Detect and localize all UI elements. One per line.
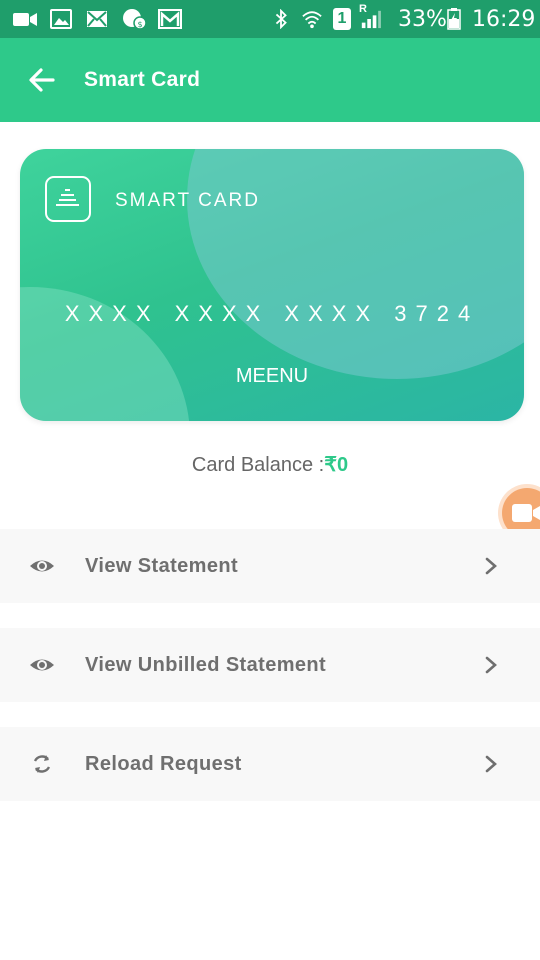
eye-icon — [30, 560, 54, 572]
chevron-right-icon — [485, 557, 497, 575]
image-icon — [50, 9, 72, 29]
card-balance: Card Balance :₹0 — [0, 452, 540, 477]
sim-icon: 1 — [333, 8, 351, 30]
card-number: XXXX XXXX XXXX 3724 — [64, 301, 480, 326]
wifi-icon — [302, 11, 322, 29]
arrow-left-icon[interactable] — [26, 64, 58, 96]
menu-item-label: Reload Request — [85, 753, 242, 775]
chevron-right-icon — [485, 755, 497, 773]
card-logo-icon — [45, 176, 91, 222]
video-camera-icon — [512, 504, 540, 522]
refresh-icon — [33, 755, 51, 773]
menu-item-view-unbilled-statement[interactable]: View Unbilled Statement — [0, 628, 540, 702]
battery-percent: 33% — [398, 7, 447, 32]
card-holder-name: MEENU — [235, 365, 309, 387]
menu-item-reload-request[interactable]: Reload Request — [0, 727, 540, 801]
eye-icon — [30, 659, 54, 671]
clock: 16:29 — [472, 7, 536, 32]
page-title: Smart Card — [84, 68, 201, 91]
bluetooth-icon — [275, 9, 287, 29]
roaming-indicator: R — [359, 3, 367, 15]
gmail-icon — [158, 9, 182, 29]
menu-item-label: View Unbilled Statement — [85, 654, 327, 676]
mail-icon — [87, 11, 107, 27]
smart-card: SMART CARD XXXX XXXX XXXX 3724 MEENU — [20, 149, 524, 421]
card-brand: SMART CARD — [115, 190, 260, 211]
chat-icon: $ — [123, 9, 146, 29]
menu-item-label: View Statement — [85, 555, 239, 577]
sim-slot-label: 1 — [337, 10, 347, 27]
menu-item-view-statement[interactable]: View Statement — [0, 529, 540, 603]
card-decoration-circle — [187, 149, 524, 379]
chevron-right-icon — [485, 656, 497, 674]
svg-text:$: $ — [138, 20, 143, 29]
video-call-icon — [13, 13, 37, 26]
card-balance-label: Card Balance : — [191, 454, 325, 476]
status-bar: $ 1 R 33% 16:29 — [0, 0, 540, 38]
card-balance-value: ₹0 — [324, 454, 349, 476]
app-bar: Smart Card — [0, 38, 540, 122]
battery-icon — [447, 8, 461, 30]
